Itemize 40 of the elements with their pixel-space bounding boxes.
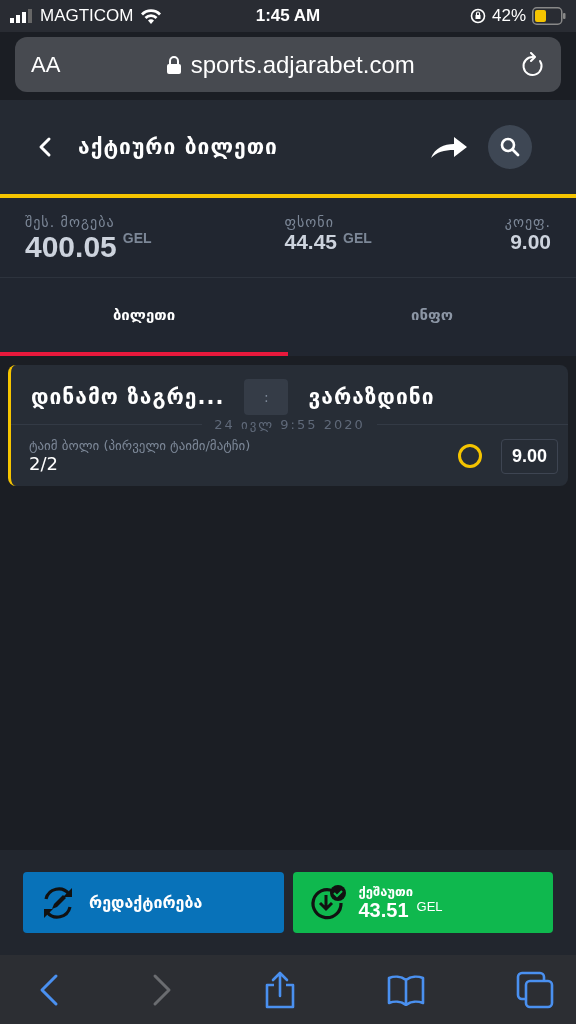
forward-icon[interactable] [151, 972, 173, 1007]
share-icon[interactable] [264, 970, 296, 1009]
carrier-name: MAGTICOM [40, 6, 134, 26]
summary-value: 44.45 [284, 230, 338, 254]
tabs-icon[interactable] [516, 970, 554, 1009]
score-box: : [244, 379, 289, 415]
currency-label: GEL [343, 230, 372, 246]
rotation-lock-icon [469, 8, 486, 24]
match-date: 24 ივლ 9:55 2020 [214, 417, 365, 432]
search-button[interactable] [488, 125, 532, 169]
tab[interactable]: ინფო [288, 278, 576, 356]
page-title: აქტიური ბილეთი [78, 135, 279, 159]
summary-label: ფსონი [284, 214, 335, 230]
summary-value: 400.05 [25, 230, 117, 264]
team-name: ვარაზდინი [308, 385, 435, 409]
currency-label: GEL [122, 230, 152, 246]
summary-value: 9.00 [510, 230, 551, 254]
text-size-button[interactable]: AA [31, 51, 61, 78]
address-bar[interactable]: AA sports.adjarabet.com [15, 37, 561, 92]
market-name: ტაიმ ბოლი (პირველი ტაიმი/მატჩი) [29, 438, 252, 453]
share-arrow-icon[interactable] [430, 134, 468, 160]
reload-icon[interactable] [521, 51, 545, 78]
selection-value: 2/2 [29, 453, 59, 474]
url-text: sports.adjarabet.com [190, 50, 415, 79]
signal-icon [10, 9, 34, 23]
back-icon[interactable] [38, 136, 52, 158]
odds-value: 9.00 [500, 438, 558, 474]
bookmarks-icon[interactable] [387, 973, 425, 1006]
battery-icon [532, 7, 566, 25]
wifi-icon [139, 8, 162, 24]
summary-label: კოეფ. [504, 214, 551, 230]
battery-percent: 42% [491, 6, 526, 26]
clock-time: 1:45 AM [255, 6, 321, 26]
edit-button[interactable]: რედაქტირება [23, 872, 284, 933]
team-name: დინამო ზაგრე... [31, 385, 225, 409]
summary-label: შეს. მოგება [25, 214, 116, 230]
lock-icon [166, 55, 181, 74]
pending-status-icon [456, 443, 483, 469]
cashout-icon [308, 883, 347, 922]
search-icon [500, 137, 520, 157]
